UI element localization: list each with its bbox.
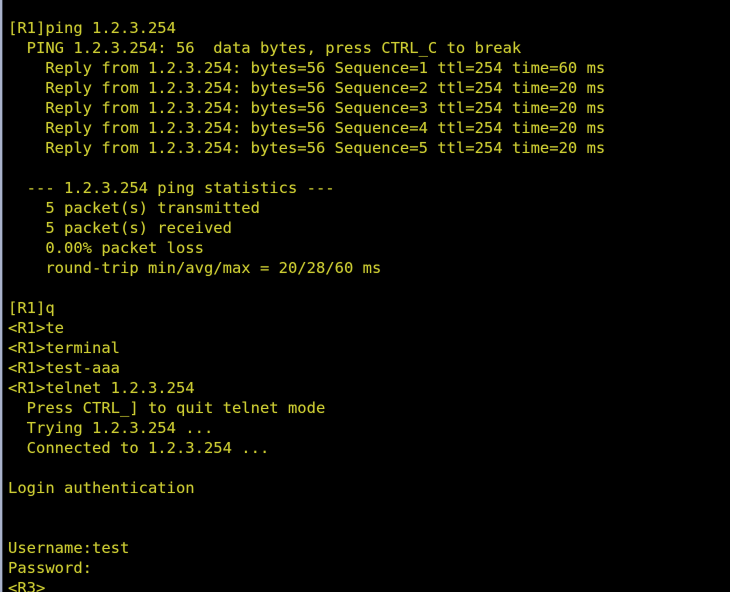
terminal-line: <R1>terminal [8, 339, 120, 357]
terminal-line: --- 1.2.3.254 ping statistics --- [8, 179, 335, 197]
terminal-line: <R1>telnet 1.2.3.254 [8, 379, 195, 397]
terminal-line: 5 packet(s) transmitted [8, 199, 260, 217]
terminal-line: Login authentication [8, 479, 195, 497]
terminal-line: [R1]q [8, 299, 55, 317]
terminal-line: Reply from 1.2.3.254: bytes=56 Sequence=… [8, 139, 606, 157]
terminal-line: PING 1.2.3.254: 56 data bytes, press CTR… [8, 39, 522, 57]
terminal-line: <R1>test-aaa [8, 359, 120, 377]
terminal-window[interactable]: [R1]ping 1.2.3.254 PING 1.2.3.254: 56 da… [0, 0, 730, 592]
terminal-line: Press CTRL_] to quit telnet mode [8, 399, 326, 417]
terminal-line: round-trip min/avg/max = 20/28/60 ms [8, 259, 382, 277]
terminal-line: Username:test [8, 539, 130, 557]
terminal-line: 5 packet(s) received [8, 219, 232, 237]
terminal-line: Reply from 1.2.3.254: bytes=56 Sequence=… [8, 79, 606, 97]
terminal-line: [R1]ping 1.2.3.254 [8, 19, 176, 37]
terminal-prompt-line[interactable]: <R3> [8, 578, 730, 592]
terminal-line: Reply from 1.2.3.254: bytes=56 Sequence=… [8, 119, 606, 137]
terminal-line: Reply from 1.2.3.254: bytes=56 Sequence=… [8, 59, 606, 77]
terminal-output-area[interactable]: [R1]ping 1.2.3.254 PING 1.2.3.254: 56 da… [4, 0, 730, 592]
terminal-line: <R1>te [8, 319, 64, 337]
terminal-line: Password: [8, 559, 92, 577]
window-left-border [0, 0, 3, 592]
terminal-line: Connected to 1.2.3.254 ... [8, 439, 270, 457]
terminal-line: Reply from 1.2.3.254: bytes=56 Sequence=… [8, 99, 606, 117]
terminal-line: Trying 1.2.3.254 ... [8, 419, 214, 437]
terminal-line: 0.00% packet loss [8, 239, 204, 257]
